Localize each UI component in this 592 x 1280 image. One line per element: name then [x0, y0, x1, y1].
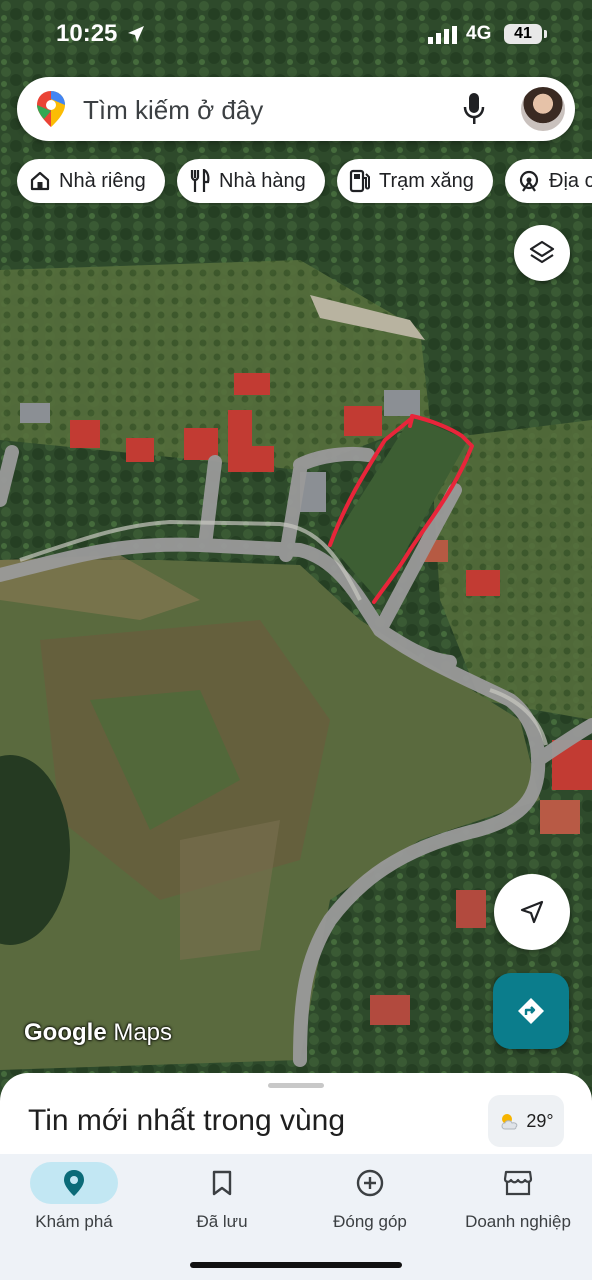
- nav-item-explore[interactable]: Khám phá: [0, 1162, 148, 1232]
- chip-label: Nhà riêng: [59, 169, 146, 192]
- directions-icon: [518, 998, 544, 1024]
- nav-label: Doanh nghiệp: [465, 1212, 571, 1231]
- home-icon: [30, 171, 50, 191]
- chip-attractions[interactable]: Địa c: [505, 159, 592, 203]
- explore-pin-icon: [64, 1170, 84, 1196]
- battery-icon: 41: [504, 24, 542, 44]
- nav-active-indicator: [30, 1162, 118, 1204]
- layers-icon: [529, 240, 555, 264]
- nav-item-contribute[interactable]: Đóng góp: [296, 1162, 444, 1232]
- category-chips: Nhà riêng Nhà hàng Trạm xăng Địa c: [17, 159, 592, 205]
- microphone-icon[interactable]: [463, 93, 485, 130]
- add-circle-icon: [356, 1169, 384, 1197]
- nav-item-saved[interactable]: Đã lưu: [148, 1162, 296, 1232]
- layers-button[interactable]: [514, 225, 570, 281]
- navigation-arrow-icon: [520, 900, 544, 924]
- nav-label: Khám phá: [35, 1212, 113, 1231]
- sheet-title: Tin mới nhất trong vùng: [28, 1104, 346, 1137]
- battery-tip: [544, 30, 547, 38]
- google-maps-logo-icon: [37, 91, 65, 132]
- sheet-drag-handle[interactable]: [268, 1083, 324, 1088]
- search-bar[interactable]: Tìm kiếm ở đây: [17, 77, 575, 141]
- partly-cloudy-icon: [501, 1114, 518, 1130]
- nav-icon-wrap: [326, 1162, 414, 1204]
- chip-home[interactable]: Nhà riêng: [17, 159, 165, 203]
- weather-temperature: 29°: [526, 1110, 554, 1131]
- weather-badge[interactable]: 29°: [488, 1095, 564, 1147]
- my-location-button[interactable]: [494, 874, 570, 950]
- gas-station-icon: [349, 169, 370, 193]
- attribution-brand: Google: [24, 1019, 107, 1046]
- location-arrow-icon: [126, 24, 146, 49]
- cellular-signal-icon: [428, 26, 460, 49]
- google-maps-attribution: Google Maps: [24, 1019, 172, 1047]
- attribution-product: Maps: [113, 1019, 173, 1046]
- search-input[interactable]: Tìm kiếm ở đây: [83, 95, 263, 126]
- chip-label: Trạm xăng: [379, 169, 474, 192]
- chip-label: Nhà hàng: [219, 169, 306, 192]
- nav-label: Đóng góp: [333, 1212, 407, 1231]
- status-time: 10:25: [56, 20, 118, 47]
- attractions-icon: [519, 170, 539, 192]
- chip-label: Địa c: [549, 169, 592, 192]
- home-indicator: [190, 1262, 402, 1268]
- restaurant-icon: [190, 169, 210, 192]
- chip-gas-station[interactable]: Trạm xăng: [337, 159, 493, 203]
- bookmark-icon: [212, 1170, 232, 1196]
- nav-icon-wrap: [474, 1162, 562, 1204]
- chip-restaurant[interactable]: Nhà hàng: [177, 159, 325, 203]
- storefront-icon: [503, 1170, 533, 1196]
- directions-button[interactable]: [493, 973, 569, 1049]
- nav-label: Đã lưu: [196, 1212, 248, 1231]
- status-bar: 10:25 4G 41: [0, 0, 592, 70]
- nav-icon-wrap: [178, 1162, 266, 1204]
- nav-item-business[interactable]: Doanh nghiệp: [444, 1162, 592, 1232]
- avatar[interactable]: [521, 87, 565, 131]
- network-type: 4G: [466, 23, 492, 44]
